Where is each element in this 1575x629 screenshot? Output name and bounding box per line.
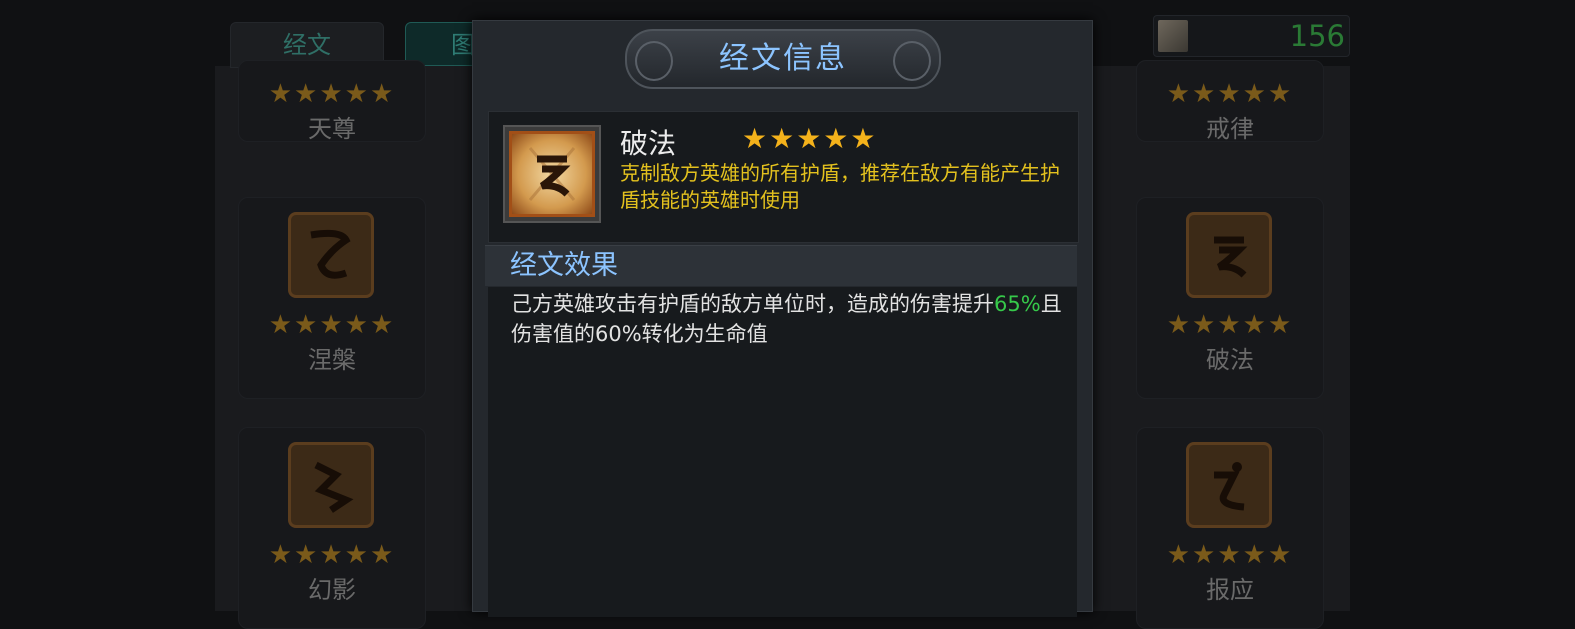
rune-niepan-icon [288,212,374,298]
dialog-title: 经文信息 [719,41,847,76]
effect-body: 己方英雄攻击有护盾的敌方单位时，造成的伤害提升65%且伤害值的60%转化为生命值 [488,287,1077,617]
title-plate: 经文信息 [625,29,941,89]
rune-card[interactable]: ★★★★★ 戒律 [1136,60,1324,143]
currency-display: 156 [1153,15,1350,57]
effect-highlight-value: 65% [994,292,1041,316]
rune-name: 戒律 [1206,115,1254,143]
rune-title: 破法 [620,127,677,160]
rune-card[interactable]: ★★★★★ 涅槃 [238,197,426,399]
rune-star-rating: ★★★★★ [742,122,878,155]
rune-icon-frame [503,125,601,223]
rune-stars: ★★★★★ [268,310,396,340]
effect-header: 经文效果 [485,245,1077,286]
rune-pofa-icon [1186,212,1272,298]
rune-stars: ★★★★★ [1166,540,1294,570]
rune-stars: ★★★★★ [268,540,396,570]
rune-name: 涅槃 [308,346,356,374]
rune-card[interactable]: ★★★★★ 天尊 [238,60,426,143]
rune-stars: ★★★★★ [268,79,396,109]
rune-name: 天尊 [308,115,356,143]
rune-info-dialog: 经文信息 破法 ★★★★★ 克制敌方英雄的所有护盾，推荐在敌方有能产生护盾技能的… [472,20,1093,617]
effect-text-part: 己方英雄攻击有护盾的敌方单位时，造成的伤害提升 [511,292,994,316]
rune-name: 幻影 [308,576,356,604]
currency-value: 156 [1289,19,1345,53]
rune-name: 破法 [1206,346,1254,374]
rune-description: 克制敌方英雄的所有护盾，推荐在敌方有能产生护盾技能的英雄时使用 [620,161,1060,212]
rune-stars: ★★★★★ [1166,310,1294,340]
rune-name: 报应 [1206,576,1254,604]
rune-pofa-icon [509,131,595,217]
effect-text: 己方英雄攻击有护盾的敌方单位时，造成的伤害提升65%且伤害值的60%转化为生命值 [511,289,1071,349]
rune-info-box: 破法 ★★★★★ 克制敌方英雄的所有护盾，推荐在敌方有能产生护盾技能的英雄时使用 [488,111,1079,243]
rune-card[interactable]: ★★★★★ 报应 [1136,427,1324,629]
rune-huanying-icon [288,442,374,528]
effect-title: 经文效果 [510,250,618,281]
rune-card[interactable]: ★★★★★ 破法 [1136,197,1324,399]
rune-card[interactable]: ★★★★★ 幻影 [238,427,426,629]
rune-stars: ★★★★★ [1166,79,1294,109]
scroll-icon [1158,20,1188,52]
rune-baoying-icon [1186,442,1272,528]
